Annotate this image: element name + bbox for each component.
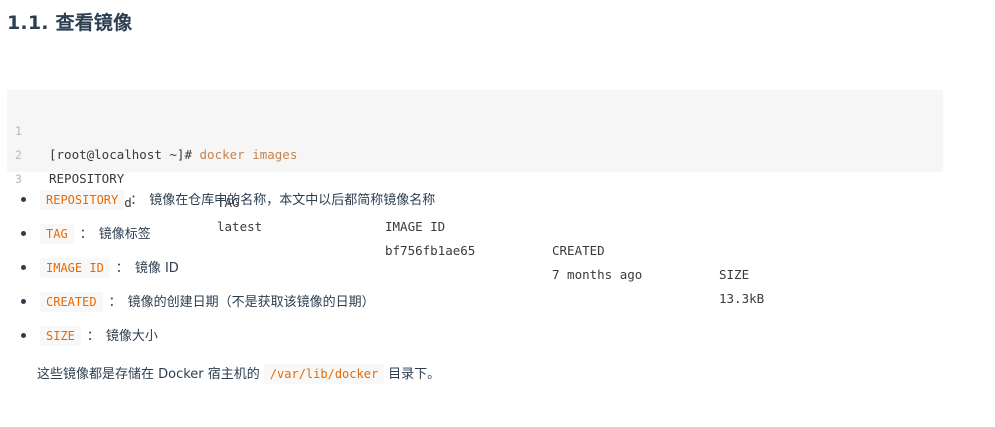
code-line-3: 3 hello-world latest bf756fb1ae65 7 mont… [7, 143, 943, 306]
inline-code-path: /var/lib/docker [263, 364, 385, 384]
list-item: CREATED ： 镜像的创建日期（不是获取该镜像的日期） [20, 288, 435, 322]
item-description: 镜像 ID [134, 261, 179, 276]
inline-code-term: IMAGE ID [40, 258, 110, 278]
item-description: 镜像的创建日期（不是获取该镜像的日期） [127, 295, 375, 310]
value-created: 7 months ago [552, 267, 643, 282]
header-size: SIZE [719, 267, 750, 282]
separator: ： [108, 295, 122, 310]
code-line-1: 1 [root@localhost ~]# docker images [7, 95, 943, 162]
bullet-dot [21, 333, 26, 338]
separator: ： [86, 329, 100, 344]
item-description: 镜像大小 [105, 329, 158, 344]
header-created: CREATED [552, 243, 605, 258]
bullet-dot [21, 299, 26, 304]
separator: ： [79, 227, 93, 242]
inline-code-term: TAG [40, 224, 74, 244]
inline-code-term: SIZE [40, 326, 81, 346]
inline-code-term: CREATED [40, 292, 103, 312]
separator: ： [115, 261, 129, 276]
field-description-list: REPOSITORY ： 镜像在仓库中的名称，本文中以后都简称镜像名称 TAG ： 镜像… [20, 186, 435, 356]
list-item: IMAGE ID ： 镜像 ID [20, 254, 435, 288]
list-item: REPOSITORY ： 镜像在仓库中的名称，本文中以后都简称镜像名称 [20, 186, 435, 220]
section-heading: 1.1. 查看镜像 [7, 12, 133, 34]
paragraph-text-before: 这些镜像都是存储在 Docker 宿主机的 [37, 367, 260, 382]
inline-code-term: REPOSITORY [40, 190, 125, 210]
list-item: TAG ： 镜像标签 [20, 220, 435, 254]
bullet-dot [21, 197, 26, 202]
code-line-2: 2 REPOSITORY TAG IMAGE ID CREATED SIZE [7, 119, 943, 282]
bullet-dot [21, 265, 26, 270]
code-block: 1 [root@localhost ~]# docker images 2 RE… [7, 90, 943, 306]
separator: ： [130, 193, 144, 208]
item-description: 镜像标签 [98, 227, 151, 242]
paragraph-text-after: 目录下。 [388, 367, 441, 382]
value-size: 13.3kB [719, 291, 765, 306]
bullet-dot [21, 231, 26, 236]
item-description: 镜像在仓库中的名称，本文中以后都简称镜像名称 [149, 193, 436, 208]
list-item: SIZE ： 镜像大小 [20, 322, 435, 356]
storage-path-paragraph: 这些镜像都是存储在 Docker 宿主机的/var/lib/docker 目录下。 [37, 360, 440, 389]
